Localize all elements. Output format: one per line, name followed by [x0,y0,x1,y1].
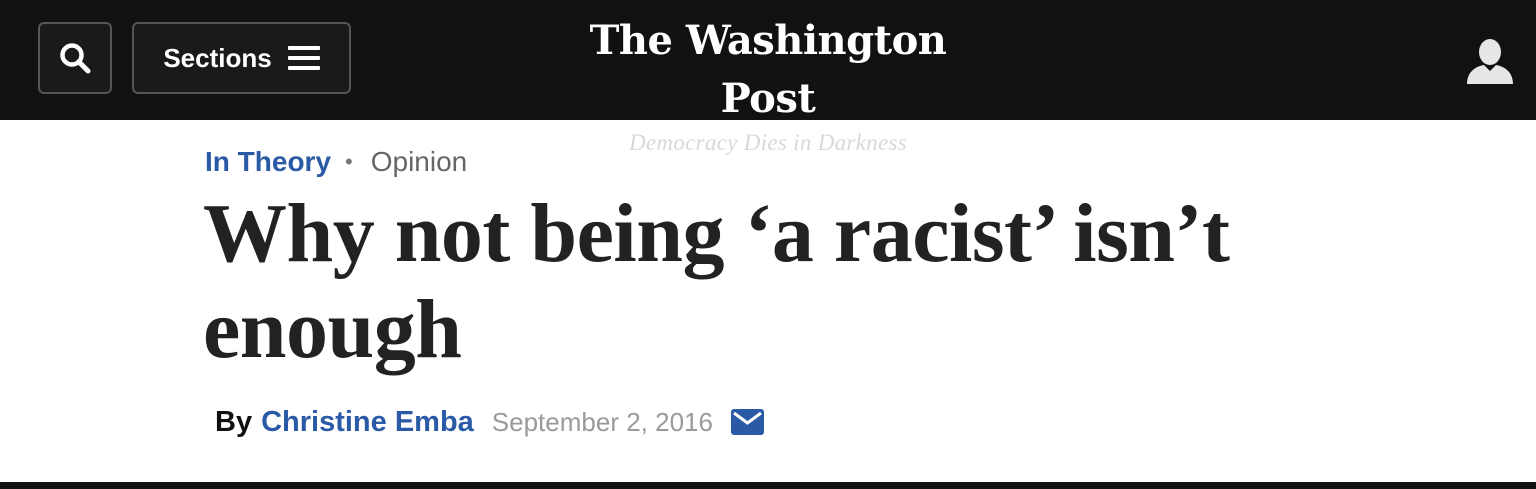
publish-date: September 2, 2016 [491,406,713,437]
article-headline: Why not being ‘a racist’ isn’t enough [203,187,1230,376]
bottom-divider [0,482,1536,489]
kicker-section-link[interactable]: In Theory [205,146,331,178]
email-envelope-icon[interactable] [730,409,764,435]
article-kicker: In Theory • Opinion [205,144,467,180]
kicker-separator: • [345,149,353,174]
search-icon [60,43,91,74]
kicker-article-type: Opinion [370,146,468,177]
masthead[interactable]: The Washington Post Democracy Dies in Da… [568,12,968,158]
top-navigation-bar: Sections The Washington Post Democracy D… [0,0,1536,155]
sections-label: Sections [163,42,272,73]
article-byline: By Christine Emba September 2, 2016 [215,402,764,442]
site-logo[interactable]: The Washington Post [568,12,968,128]
site-tagline: Democracy Dies in Darkness [629,130,907,155]
byline-prefix: By [215,405,253,438]
hamburger-menu-icon [287,46,320,70]
user-account-icon[interactable] [1464,38,1516,84]
sections-menu-button[interactable]: Sections [132,22,351,94]
author-link[interactable]: Christine Emba [261,406,474,439]
search-button[interactable] [38,22,112,94]
